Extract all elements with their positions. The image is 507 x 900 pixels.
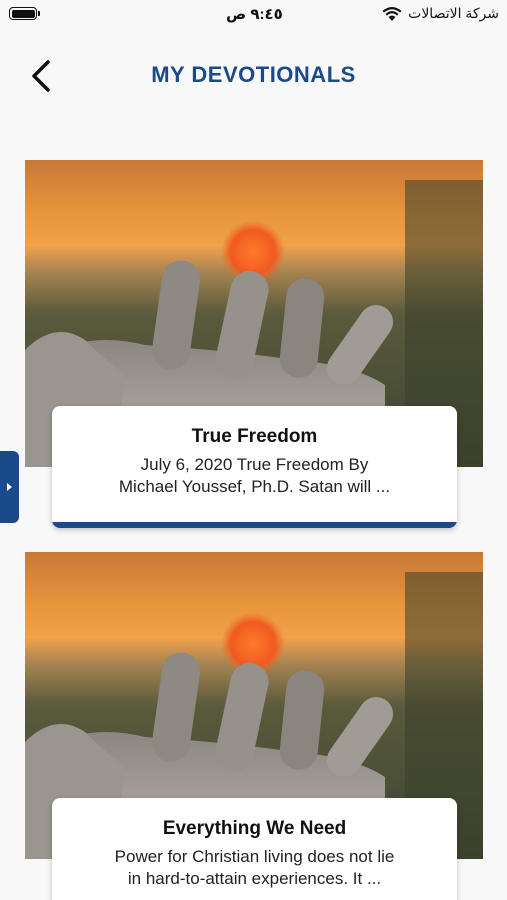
- carrier-name: شركة الاتصالات: [408, 5, 499, 21]
- devotional-panel: True Freedom July 6, 2020 True Freedom B…: [52, 406, 457, 528]
- devotional-card[interactable]: True Freedom July 6, 2020 True Freedom B…: [25, 160, 483, 530]
- devotional-excerpt: Power for Christian living does not lie …: [52, 840, 457, 890]
- status-time: ٩:٤٥ ص: [226, 6, 283, 23]
- selected-indicator: [52, 522, 457, 528]
- devotional-card[interactable]: Everything We Need Power for Christian l…: [25, 552, 483, 900]
- wifi-icon: [382, 6, 402, 21]
- excerpt-line: Power for Christian living does not lie: [114, 847, 395, 866]
- excerpt-line: July 6, 2020 True Freedom By: [140, 455, 369, 474]
- status-bar: ٩:٤٥ ص شركة الاتصالات: [0, 0, 507, 28]
- side-drawer-handle[interactable]: [0, 451, 19, 523]
- page-title: MY DEVOTIONALS: [151, 62, 356, 87]
- app-header: MY DEVOTIONALS: [0, 40, 507, 110]
- excerpt-line: Michael Youssef, Ph.D. Satan will ...: [118, 477, 391, 496]
- chevron-right-icon: [7, 483, 12, 491]
- battery-icon: [9, 7, 40, 20]
- devotional-title: Everything We Need: [162, 818, 347, 839]
- devotional-excerpt: July 6, 2020 True Freedom By Michael You…: [52, 448, 457, 498]
- devotional-panel: Everything We Need Power for Christian l…: [52, 798, 457, 900]
- carrier-info: شركة الاتصالات: [382, 5, 499, 22]
- excerpt-line: in hard-to-attain experiences. It ...: [127, 869, 382, 888]
- devotional-title: True Freedom: [191, 426, 318, 447]
